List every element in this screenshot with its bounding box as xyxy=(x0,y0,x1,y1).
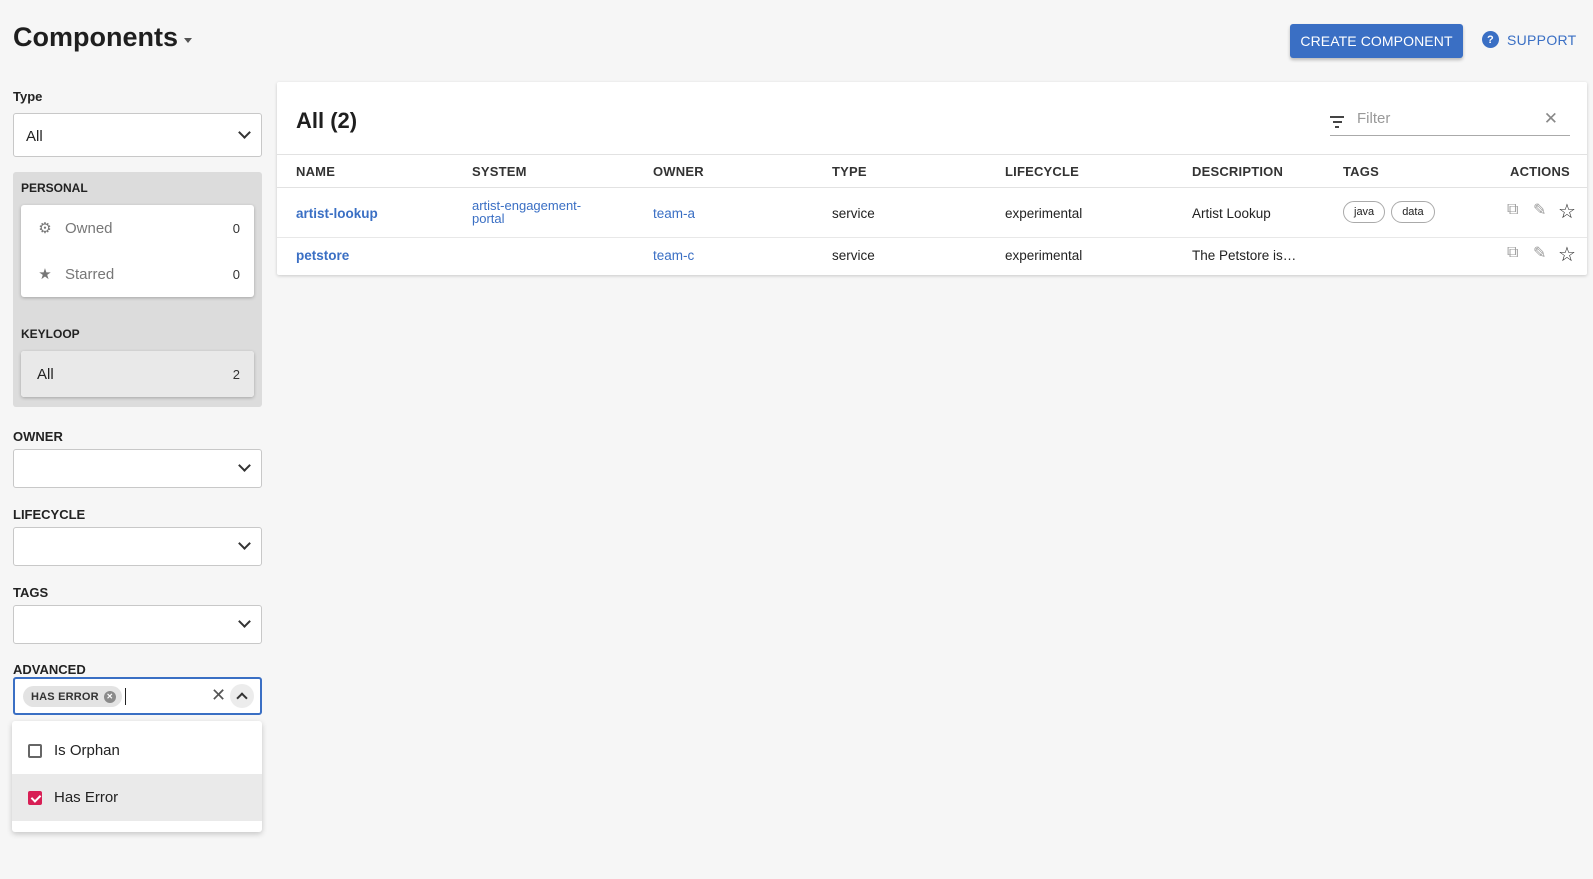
text-cursor xyxy=(125,688,126,705)
chevron-down-icon xyxy=(238,126,251,139)
star-icon: ★ xyxy=(38,266,52,283)
column-header-description[interactable]: DESCRIPTION xyxy=(1192,164,1283,179)
column-header-type[interactable]: TYPE xyxy=(832,164,867,179)
caret-down-icon[interactable] xyxy=(184,38,192,43)
lifecycle-cell: experimental xyxy=(1005,248,1083,263)
owner-label: OWNER xyxy=(13,429,63,444)
description-cell: Artist Lookup xyxy=(1192,206,1271,221)
tags-cell: java data xyxy=(1343,201,1441,223)
table-filter-input[interactable]: Filter ✕ xyxy=(1330,108,1570,136)
open-external-icon[interactable]: ⧉ xyxy=(1507,244,1518,262)
system-link-line2: portal xyxy=(472,211,505,226)
gear-icon: ⚙ xyxy=(38,220,52,237)
checkbox-checked[interactable] xyxy=(28,790,42,805)
lifecycle-select[interactable] xyxy=(13,527,262,566)
owner-link[interactable]: team-a xyxy=(653,206,695,221)
description-cell: The Petstore is… xyxy=(1192,248,1297,263)
tag-chip[interactable]: java xyxy=(1343,201,1386,223)
components-table-panel: All (2) Filter ✕ NAME SYSTEM OWNER TYPE … xyxy=(277,82,1587,275)
filter-icon xyxy=(1330,116,1344,131)
option-is-orphan[interactable]: Is Orphan xyxy=(12,727,262,774)
chevron-down-icon xyxy=(238,615,251,628)
column-header-owner[interactable]: OWNER xyxy=(653,164,704,179)
component-name-link[interactable]: petstore xyxy=(296,248,349,263)
option-label: Is Orphan xyxy=(54,742,120,759)
type-select-value: All xyxy=(26,128,43,145)
create-component-button[interactable]: CREATE COMPONENT xyxy=(1290,24,1463,58)
edit-icon[interactable]: ✎ xyxy=(1533,200,1546,220)
filter-item-starred[interactable]: ★ Starred 0 xyxy=(21,251,254,297)
org-group-label: KEYLOOP xyxy=(21,327,80,341)
component-name-link[interactable]: artist-lookup xyxy=(296,206,378,221)
support-label: SUPPORT xyxy=(1507,31,1577,48)
personal-group: ⚙ Owned 0 ★ Starred 0 xyxy=(21,205,254,297)
checkbox-unchecked[interactable] xyxy=(28,743,42,758)
filter-item-label: Owned xyxy=(65,219,113,237)
advanced-label: ADVANCED xyxy=(13,662,86,677)
column-header-actions: ACTIONS xyxy=(1510,164,1570,179)
tags-label: TAGS xyxy=(13,585,49,600)
filter-item-count: 2 xyxy=(232,366,240,382)
star-icon[interactable]: ☆ xyxy=(1558,242,1576,267)
chevron-up-icon xyxy=(236,692,248,704)
chip-label: HAS ERROR xyxy=(31,690,99,703)
user-filter-card: PERSONAL ⚙ Owned 0 ★ Starred 0 KEYLOOP A… xyxy=(13,172,262,407)
owner-link[interactable]: team-c xyxy=(653,248,694,263)
tag-chip[interactable]: data xyxy=(1391,201,1435,223)
owner-select[interactable] xyxy=(13,449,262,488)
type-select[interactable]: All xyxy=(13,113,262,157)
chevron-down-icon xyxy=(238,459,251,472)
filter-item-count: 0 xyxy=(232,220,240,236)
column-header-lifecycle[interactable]: LIFECYCLE xyxy=(1005,164,1079,179)
help-icon: ? xyxy=(1482,31,1499,48)
filter-placeholder: Filter xyxy=(1357,110,1391,127)
table-header: NAME SYSTEM OWNER TYPE LIFECYCLE DESCRIP… xyxy=(277,154,1587,188)
support-button[interactable]: ? SUPPORT xyxy=(1482,31,1577,48)
personal-group-label: PERSONAL xyxy=(21,181,88,195)
has-error-chip[interactable]: HAS ERROR ✕ xyxy=(23,686,122,707)
filter-item-count: 0 xyxy=(232,266,240,282)
filter-item-label: Starred xyxy=(65,265,115,283)
advanced-options-menu: Is Orphan Has Error xyxy=(12,721,262,832)
column-header-name[interactable]: NAME xyxy=(296,164,335,179)
star-icon[interactable]: ☆ xyxy=(1558,199,1576,224)
lifecycle-cell: experimental xyxy=(1005,206,1083,221)
page-title-text: Components xyxy=(13,22,178,52)
filter-item-all[interactable]: All 2 xyxy=(21,351,254,397)
system-link[interactable]: artist-engagement- portal xyxy=(472,199,581,225)
filter-clear-icon[interactable]: ✕ xyxy=(1544,109,1558,129)
edit-icon[interactable]: ✎ xyxy=(1533,243,1546,263)
option-has-error[interactable]: Has Error xyxy=(12,774,262,821)
advanced-autocomplete[interactable]: HAS ERROR ✕ ✕ xyxy=(13,677,262,715)
chevron-down-icon xyxy=(238,537,251,550)
tags-select[interactable] xyxy=(13,605,262,644)
table-row: artist-lookup artist-engagement- portal … xyxy=(277,188,1587,238)
page-title[interactable]: Components xyxy=(13,22,192,53)
option-label: Has Error xyxy=(54,789,119,806)
lifecycle-label: LIFECYCLE xyxy=(13,507,86,522)
type-cell: service xyxy=(832,206,875,221)
table-row: petstore team-c service experimental The… xyxy=(277,238,1587,274)
collapse-button[interactable] xyxy=(230,684,254,708)
org-group: All 2 xyxy=(21,351,254,397)
open-external-icon[interactable]: ⧉ xyxy=(1507,201,1518,219)
column-header-system[interactable]: SYSTEM xyxy=(472,164,527,179)
column-header-tags[interactable]: TAGS xyxy=(1343,164,1379,179)
type-label: Type xyxy=(13,89,43,104)
table-title: All (2) xyxy=(296,108,358,133)
filter-item-owned[interactable]: ⚙ Owned 0 xyxy=(21,205,254,251)
type-cell: service xyxy=(832,248,875,263)
clear-icon[interactable]: ✕ xyxy=(211,685,226,706)
filter-item-label: All xyxy=(37,365,54,383)
chip-delete-icon[interactable]: ✕ xyxy=(103,690,116,703)
